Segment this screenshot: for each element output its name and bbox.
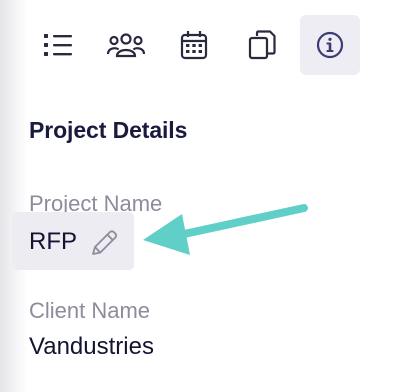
details-toolbar <box>0 0 398 90</box>
toolbar-copy-button[interactable] <box>232 15 292 75</box>
pencil-icon[interactable] <box>90 229 120 257</box>
section-title: Project Details <box>29 117 188 143</box>
client-name-value: Vandustries <box>29 333 154 360</box>
toolbar-info-button[interactable] <box>300 15 360 75</box>
project-name-edit-field[interactable]: RFP <box>12 212 134 270</box>
client-name-label: Client Name <box>29 298 151 323</box>
project-name-value: RFP <box>29 228 77 255</box>
info-icon <box>316 31 344 59</box>
toolbar-calendar-button[interactable] <box>164 15 224 75</box>
team-icon <box>107 33 145 58</box>
list-icon <box>44 34 72 56</box>
copy-icon <box>248 30 276 60</box>
toolbar-list-button[interactable] <box>29 15 89 75</box>
calendar-icon <box>180 31 208 60</box>
toolbar-team-button[interactable] <box>96 15 156 75</box>
